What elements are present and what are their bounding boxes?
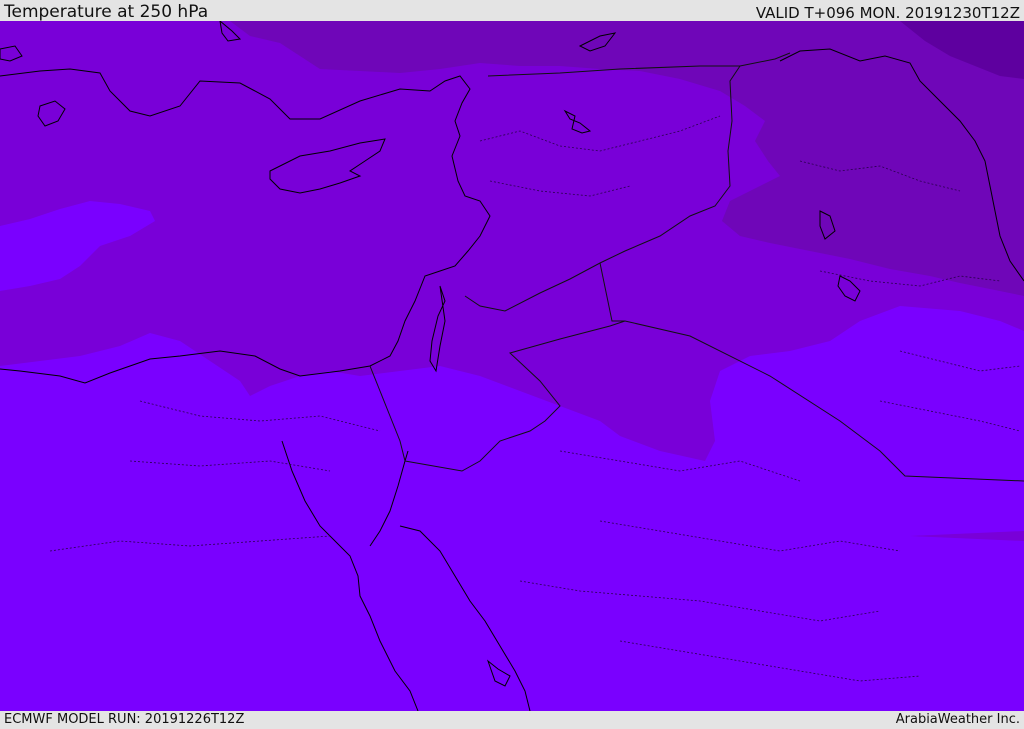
weather-map xyxy=(0,21,1024,711)
title-bar: Temperature at 250 hPa VALID T+096 MON. … xyxy=(0,0,1024,21)
credit: ArabiaWeather Inc. xyxy=(895,712,1020,727)
map-canvas xyxy=(0,21,1024,711)
footer-bar: ECMWF MODEL RUN: 20191226T12Z ArabiaWeat… xyxy=(0,711,1024,729)
valid-time: VALID T+096 MON. 20191230T12Z xyxy=(755,4,1020,22)
map-title: Temperature at 250 hPa xyxy=(4,2,209,22)
model-run: ECMWF MODEL RUN: 20191226T12Z xyxy=(4,712,245,727)
